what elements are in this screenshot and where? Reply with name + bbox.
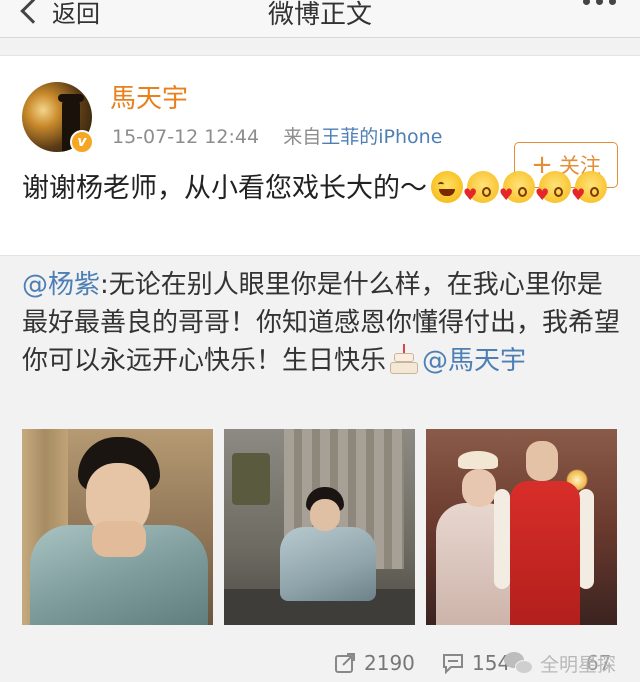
repost-author-mention[interactable]: @杨紫 [22,270,100,300]
watermark: 全明星探 [504,650,616,677]
verified-badge-icon: v [70,130,94,154]
repost-count: 2190 [364,650,415,675]
more-dot-icon [583,0,590,5]
post-text: 谢谢杨老师，从小看您戏长大的～ [22,168,622,210]
repost-icon [335,652,355,673]
avatar-container[interactable]: v [22,82,94,154]
tail-mention[interactable]: @馬天宇 [422,346,526,376]
photo-thumbnail-1[interactable] [22,429,213,625]
photo-thumbnail-3[interactable] [426,429,617,625]
nav-bar: 返回 微博正文 [0,0,640,38]
weibo-post: v 馬天宇 15-07-12 12:44 来自王菲的iPhone + 关注 谢谢… [0,55,640,255]
post-body: 谢谢杨老师，从小看您戏长大的～ [22,173,427,204]
comment-button[interactable]: 154 [442,642,510,682]
wechat-icon [504,651,534,676]
page-title: 微博正文 [267,0,372,30]
post-time: 15-07-12 12:44 [112,126,260,148]
post-meta: 15-07-12 12:44 来自王菲的iPhone [112,122,442,149]
laugh-emoji-icon [431,171,463,203]
photo-thumbnail-2[interactable] [224,429,415,625]
cake-emoji-icon [388,344,420,374]
kiss-emoji-icon [463,171,499,203]
more-dot-icon [596,0,603,5]
repost-button[interactable]: 2190 [334,642,415,682]
source-link[interactable]: 王菲的iPhone [321,126,442,148]
repost-block[interactable]: @杨紫:无论在别人眼里你是什么样，在我心里你是最好最善良的哥哥！你知道感恩你懂得… [0,255,640,682]
more-menu-button[interactable] [583,0,616,5]
action-bar: 2190 154 全明星探 67 [0,642,640,682]
kiss-emoji-icon [571,171,607,203]
avatar-hat [58,94,84,102]
comment-icon [443,653,463,674]
username-link[interactable]: 馬天宇 [110,78,188,115]
repost-body: :无论在别人眼里你是什么样，在我心里你是最好最善良的哥哥！你知道感恩你懂得付出，… [22,270,621,376]
kiss-emoji-icon [499,171,535,203]
source-prefix: 来自 [283,126,322,148]
kiss-emoji-icon [535,171,571,203]
photo-grid [22,429,622,625]
repost-text: @杨紫:无论在别人眼里你是什么样，在我心里你是最好最善良的哥哥！你知道感恩你懂得… [22,266,622,380]
more-dot-icon [609,0,616,5]
watermark-text: 全明星探 [540,654,617,676]
